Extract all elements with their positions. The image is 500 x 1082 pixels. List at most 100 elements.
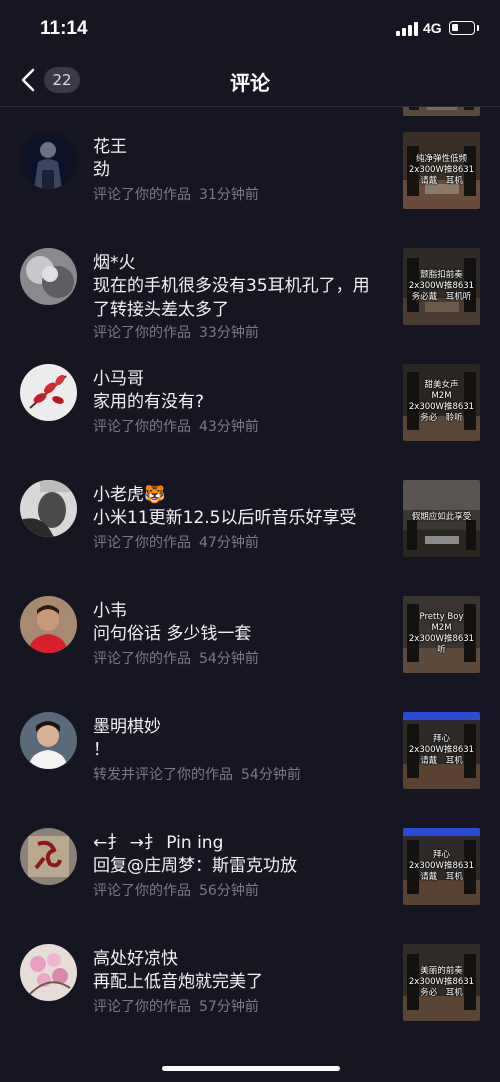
comment-time: 57分钟前 [199, 999, 259, 1015]
thumbnail-caption: 美丽的前奏 2x300W推8631 务必 耳机 [403, 966, 480, 999]
avatar-image [20, 364, 77, 421]
video-thumbnail[interactable]: 拜心 2x300W推8631 请戴 耳机 [403, 712, 480, 789]
caption-line: 务必戴 耳机听 [411, 292, 472, 302]
comment-time: 31分钟前 [199, 187, 259, 203]
comment-action: 评论了你的作品 [93, 999, 191, 1015]
comment-text: 现在的手机很多没有35耳机孔了，用了转接头差太多了 [93, 276, 370, 320]
comment-action: 评论了你的作品 [93, 535, 191, 551]
comment-list: 花王 劲 评论了你的作品 31分钟前 纯净弹性低频 2x300W推8631 请戴 … [0, 40, 500, 1044]
list-item[interactable]: 花王 劲 评论了你的作品 31分钟前 纯净弹性低频 2x300W推8631 请戴 … [0, 116, 500, 232]
comment-time: 56分钟前 [199, 883, 259, 899]
comment-meta: 评论了你的作品 57分钟前 [93, 996, 259, 1016]
thumbnail-caption: 颤脂扣前奏 2x300W推8631 务必戴 耳机听 [403, 270, 480, 303]
caption-line: 2x300W推8631 [408, 977, 475, 987]
battery-icon [449, 21, 475, 35]
comment-meta: 评论了你的作品 43分钟前 [93, 416, 259, 436]
header-bar: 22 评论 [0, 56, 500, 107]
comment-meta: 评论了你的作品 54分钟前 [93, 648, 259, 668]
caption-line: 假期应如此享受 [411, 512, 472, 522]
thumbnail-caption: 纯净弹性低频 2x300W推8631 请戴 耳机 [403, 154, 480, 187]
user-name[interactable]: 烟*火 [93, 248, 136, 273]
avatar[interactable] [20, 480, 77, 537]
comment-text: 家用的有没有? [93, 392, 205, 412]
video-thumbnail[interactable]: 纯净弹性低频 2x300W推8631 请戴 耳机 [403, 132, 480, 209]
user-name[interactable]: ←扌 →扌 Pin ing [93, 828, 223, 853]
user-name[interactable]: 小马哥 [93, 364, 144, 389]
caption-line: 拜心 [432, 734, 450, 744]
list-item[interactable]: 墨明棋妙 ！ 转发并评论了你的作品 54分钟前 拜心 2x300W推8631 请戴… [0, 696, 500, 812]
avatar[interactable] [20, 712, 77, 769]
caption-line: 2x300W推8631 [408, 402, 475, 412]
chevron-left-icon [21, 68, 35, 92]
caption-line: 2x300W推8631 [408, 281, 475, 291]
comment-meta: 评论了你的作品 31分钟前 [93, 184, 259, 204]
caption-line: 2x300W推8631 [408, 745, 475, 755]
comment-text: ！ [93, 740, 110, 760]
video-thumbnail[interactable]: 假期应如此享受 [403, 480, 480, 557]
back-button[interactable] [14, 64, 44, 96]
video-thumbnail[interactable]: Pretty Boy M2M 2x300W推8631 听 [403, 596, 480, 673]
caption-line: 2x300W推8631 [408, 165, 475, 175]
comment-time: 54分钟前 [199, 651, 259, 667]
thumbnail-caption: 拜心 2x300W推8631 请戴 耳机 [403, 734, 480, 767]
thumbnail-caption: 甜美女声 M2M 2x300W推8631 务必 聆听 [403, 380, 480, 424]
unread-count-badge[interactable]: 22 [44, 67, 80, 93]
list-item[interactable]: 烟*火 现在的手机很多没有35耳机孔了，用了转接头差太多了 评论了你的作品 33分… [0, 232, 500, 348]
comments-screen: 11:14 4G 22 评论 花王 劲 评论了你的作品 31分钟前 纯净弹性低频… [0, 0, 500, 1082]
avatar[interactable] [20, 944, 77, 1001]
user-name[interactable]: 墨明棋妙 [93, 712, 161, 737]
comment-time: 54分钟前 [241, 767, 301, 783]
user-name[interactable]: 小老虎🐯 [93, 480, 165, 505]
home-indicator[interactable] [162, 1066, 340, 1071]
video-thumbnail[interactable]: 拜心 2x300W推8631 请戴 耳机 [403, 828, 480, 905]
comment-meta: 评论了你的作品 47分钟前 [93, 532, 259, 552]
avatar[interactable] [20, 132, 77, 189]
comment-text: 回复@庄周梦：斯雷克功放 [93, 856, 297, 876]
avatar[interactable] [20, 828, 77, 885]
caption-line: 务必 耳机 [420, 988, 463, 998]
battery-tip [477, 25, 479, 31]
avatar[interactable] [20, 364, 77, 421]
avatar-image [20, 828, 77, 885]
avatar-image [20, 596, 77, 653]
comment-meta: 评论了你的作品 56分钟前 [93, 880, 259, 900]
caption-line: Pretty Boy [419, 612, 464, 622]
caption-line: 务必 聆听 [420, 413, 463, 423]
avatar[interactable] [20, 248, 77, 305]
comment-meta: 评论了你的作品 33分钟前 [93, 322, 259, 342]
caption-line: 请戴 耳机 [420, 756, 463, 766]
user-name[interactable]: 花王 [93, 132, 127, 157]
user-name[interactable]: 小韦 [93, 596, 127, 621]
caption-line: 美丽的前奏 [420, 966, 463, 976]
avatar[interactable] [20, 596, 77, 653]
comment-text: 劲 [93, 160, 110, 180]
caption-line: 拜心 [432, 850, 450, 860]
status-time: 11:14 [40, 18, 88, 39]
list-item[interactable]: ←扌 →扌 Pin ing 回复@庄周梦：斯雷克功放 评论了你的作品 56分钟前 … [0, 812, 500, 928]
video-thumbnail[interactable]: 甜美女声 M2M 2x300W推8631 务必 聆听 [403, 364, 480, 441]
list-item[interactable]: 小韦 问句俗话 多少钱一套 评论了你的作品 54分钟前 Pretty Boy M2… [0, 580, 500, 696]
list-item[interactable]: 高处好凉快 再配上低音炮就完美了 评论了你的作品 57分钟前 美丽的前奏 2x30… [0, 928, 500, 1044]
caption-line: 颤脂扣前奏 [420, 270, 463, 280]
avatar-image [20, 480, 77, 537]
comment-action: 评论了你的作品 [93, 419, 191, 435]
caption-line: 请戴 耳机 [420, 872, 463, 882]
thumbnail-caption: 假期应如此享受 [403, 512, 480, 523]
caption-line: 听 [437, 645, 446, 655]
avatar-image [20, 944, 77, 1001]
caption-line: M2M [431, 623, 452, 633]
video-thumbnail[interactable]: 美丽的前奏 2x300W推8631 务必 耳机 [403, 944, 480, 1021]
avatar-image [20, 712, 77, 769]
list-item[interactable]: 小老虎🐯 小米11更新12.5以后听音乐好享受 评论了你的作品 47分钟前 假期应… [0, 464, 500, 580]
video-thumbnail[interactable]: 颤脂扣前奏 2x300W推8631 务必戴 耳机听 [403, 248, 480, 325]
user-name[interactable]: 高处好凉快 [93, 944, 178, 969]
comment-text: 问句俗话 多少钱一套 [93, 624, 252, 644]
battery-level [452, 24, 458, 31]
list-item[interactable]: 小马哥 家用的有没有? 评论了你的作品 43分钟前 甜美女声 M2M 2x300W… [0, 348, 500, 464]
comment-time: 47分钟前 [199, 535, 259, 551]
caption-line: 2x300W推8631 [408, 861, 475, 871]
caption-line: M2M [431, 391, 452, 401]
comment-action: 转发并评论了你的作品 [93, 767, 233, 783]
caption-line: 请戴 耳机 [420, 176, 463, 186]
comment-time: 33分钟前 [199, 325, 259, 341]
